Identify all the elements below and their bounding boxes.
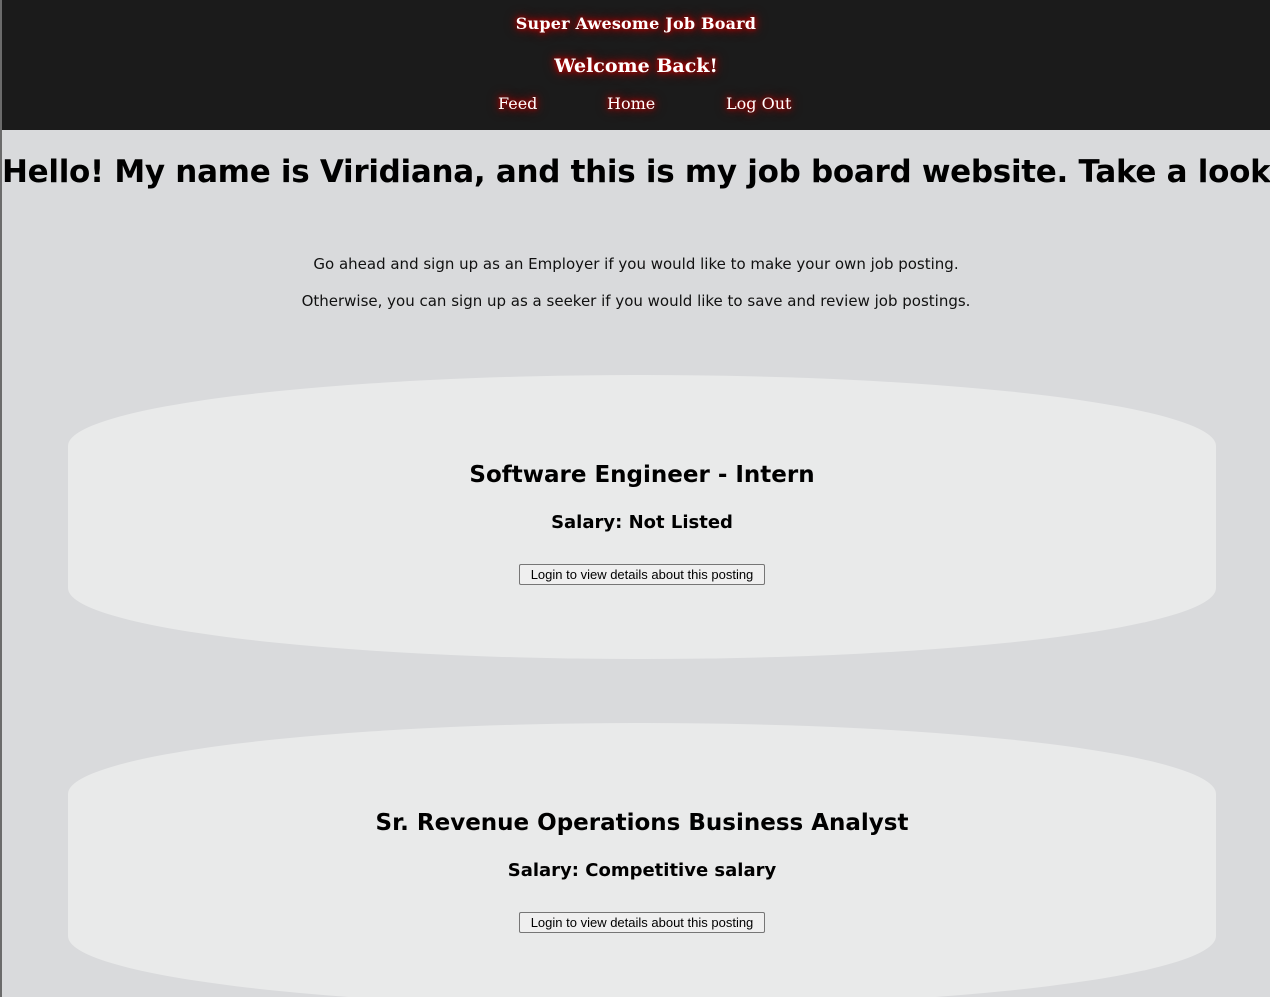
welcome-message: Welcome Back! — [554, 55, 718, 77]
job-salary: Salary: Competitive salary — [507, 860, 777, 881]
job-title: Software Engineer - Intern — [469, 462, 815, 488]
intro-employer-text: Go ahead and sign up as an Employer if y… — [313, 255, 959, 273]
page-heading: Hello! My name is Viridiana, and this is… — [2, 154, 1270, 190]
job-posting-card: Sr. Revenue Operations Business Analyst … — [68, 723, 1216, 997]
page: Super Awesome Job Board Welcome Back! Fe… — [0, 0, 1270, 997]
job-salary: Salary: Not Listed — [551, 512, 733, 533]
intro-seeker-text: Otherwise, you can sign up as a seeker i… — [301, 292, 971, 310]
nav-link-feed[interactable]: Feed — [498, 94, 537, 113]
job-posting-card: Software Engineer - Intern Salary: Not L… — [68, 375, 1216, 659]
job-title: Sr. Revenue Operations Business Analyst — [375, 810, 909, 836]
main-nav: Feed Home Log Out — [2, 94, 1270, 118]
login-to-view-details-button[interactable]: Login to view details about this posting — [519, 912, 765, 933]
nav-link-log-out[interactable]: Log Out — [726, 94, 791, 113]
site-title: Super Awesome Job Board — [515, 14, 757, 33]
login-to-view-details-button[interactable]: Login to view details about this posting — [519, 564, 765, 585]
nav-link-home[interactable]: Home — [607, 94, 655, 113]
site-header: Super Awesome Job Board Welcome Back! Fe… — [2, 0, 1270, 130]
